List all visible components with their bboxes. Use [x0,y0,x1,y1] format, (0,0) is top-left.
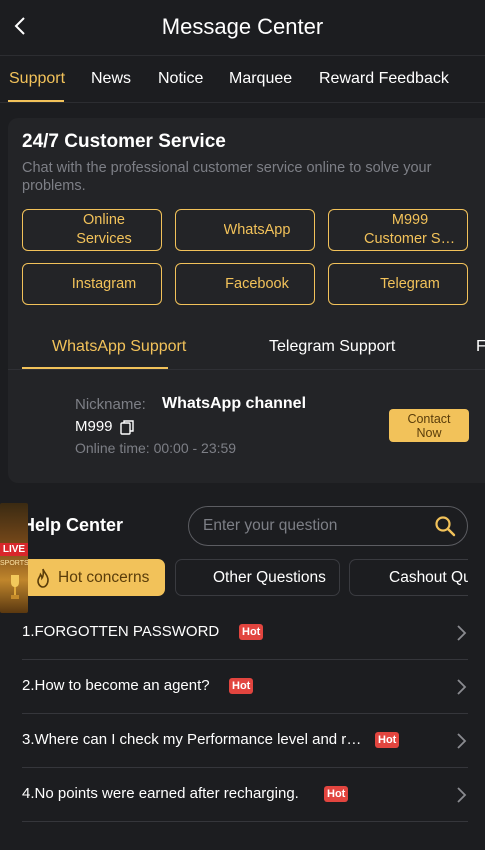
tab-notice[interactable]: Notice [158,70,203,88]
chevron-right-icon [457,787,467,803]
chevron-right-icon [457,733,467,749]
hot-badge: Hot [229,678,254,694]
tab-reward-feedback[interactable]: Reward Feedback [319,70,449,88]
faq-question: 4.No points were earned after recharging… [22,785,299,802]
faq-question: 1.FORGOTTEN PASSWORD [22,623,220,640]
online-time: Online time: 00:00 - 23:59 [75,440,237,456]
sub-tab-facebook-support[interactable]: F [476,338,485,356]
faq-item[interactable]: 2.How to become an agent? Hot [22,660,468,714]
m999-label-line2: Customer Service [364,231,456,247]
contact-now-button[interactable]: Contact Now [389,409,469,442]
category-other-questions-label: Other Questions [213,568,326,586]
flame-icon [37,568,49,588]
telegram-button[interactable]: Telegram [328,263,468,305]
faq-item[interactable]: 3.Where can I check my Performance level… [22,714,468,768]
facebook-button[interactable]: Facebook [175,263,315,305]
tab-news[interactable]: News [91,70,131,88]
telegram-label: Telegram [380,275,440,292]
help-center-title: Help Center [22,515,124,535]
whatsapp-label: WhatsApp [223,221,291,238]
hot-badge: Hot [239,624,264,640]
faq-question: 3.Where can I check my Performance level… [22,731,367,748]
instagram-button[interactable]: Instagram [22,263,162,305]
online-services-label-line2: Services [76,231,132,247]
sub-tab-whatsapp-support[interactable]: WhatsApp Support [52,338,186,356]
customer-service-card: 24/7 Customer Service Chat with the prof… [8,118,485,483]
faq-item[interactable]: 1.FORGOTTEN PASSWORD Hot [22,606,468,660]
facebook-label: Facebook [225,275,289,292]
sports-tag: SPORTS [0,560,28,567]
tab-bar: Support News Notice Marquee Reward Feedb… [0,55,485,103]
contact-label-line2: Now [416,425,442,440]
category-hot-concerns[interactable]: Hot concerns [22,559,165,596]
search-icon[interactable] [434,515,456,537]
back-button[interactable] [6,12,34,40]
customer-service-description: Chat with the professional customer serv… [22,160,432,194]
header: Message Center [0,0,485,54]
back-arrow-icon [14,17,25,35]
faq-item[interactable]: 4.No points were earned after recharging… [22,768,468,822]
whatsapp-button[interactable]: WhatsApp [175,209,315,251]
divider [8,369,485,370]
customer-service-title: 24/7 Customer Service [22,131,226,152]
hot-badge: Hot [324,786,349,802]
agent-nickname: WhatsApp channel [162,395,307,412]
hot-badge: Hot [375,732,400,748]
chevron-right-icon [457,679,467,695]
search-input[interactable] [203,516,428,536]
active-tab-indicator [8,100,64,102]
faq-question: 2.How to become an agent? [22,677,210,694]
m999-label-line1: M999 [391,212,429,228]
online-services-label-line1: Online [83,212,125,228]
page-title: Message Center [161,14,324,39]
tab-support[interactable]: Support [9,70,65,88]
copy-icon[interactable] [120,420,134,435]
contact-label-line1: Contact [407,411,451,426]
tab-marquee[interactable]: Marquee [229,70,292,88]
instagram-label: Instagram [71,275,137,292]
category-other-questions[interactable]: Other Questions [175,559,340,596]
online-services-button[interactable]: Online Services [22,209,162,251]
sub-tab-telegram-support[interactable]: Telegram Support [269,338,395,356]
m999-customer-service-button[interactable]: M999 Customer Service [328,209,468,251]
category-cashout-label: Cashout Qu [389,568,468,586]
category-cashout-questions[interactable]: Cashout Qu [349,559,468,596]
nickname-label: Nickname: [75,396,146,413]
search-box [188,506,468,546]
live-sports-banner[interactable]: LIVE SPORTS [0,503,28,613]
category-hot-concerns-label: Hot concerns [58,568,150,586]
trophy-icon [11,575,19,599]
live-tag: LIVE [0,543,28,556]
agent-id: M999 [75,418,113,435]
chevron-right-icon [457,625,467,641]
